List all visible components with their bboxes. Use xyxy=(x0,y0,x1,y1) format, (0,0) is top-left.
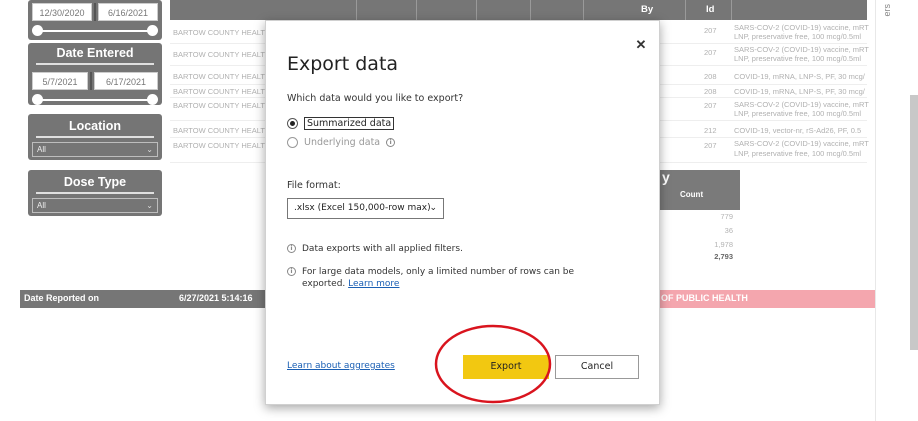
radio-selected-icon[interactable] xyxy=(287,118,298,129)
option-summarized-data[interactable]: Summarized data xyxy=(287,117,395,130)
info-icon[interactable]: i xyxy=(386,138,396,147)
close-icon[interactable]: ✕ xyxy=(634,38,648,52)
info-icon: i xyxy=(287,244,296,253)
radio-unselected-icon[interactable] xyxy=(287,137,298,148)
info-icon: i xyxy=(287,267,296,276)
file-format-value: .xlsx (Excel 150,000-row max) xyxy=(294,203,431,213)
cancel-button[interactable]: Cancel xyxy=(555,355,639,379)
learn-about-aggregates-link[interactable]: Learn about aggregates xyxy=(287,361,395,371)
export-question: Which data would you like to export? xyxy=(287,93,464,104)
filters-note: i Data exports with all applied filters. xyxy=(287,243,463,255)
option-summarized-label[interactable]: Summarized data xyxy=(304,117,395,130)
export-button[interactable]: Export xyxy=(463,355,549,379)
option-underlying-data[interactable]: Underlying data i xyxy=(287,137,396,148)
row-limit-note-text: For large data models, only a limited nu… xyxy=(302,267,575,289)
filters-note-text: Data exports with all applied filters. xyxy=(302,244,463,254)
dialog-title: Export data xyxy=(287,53,399,75)
screenshot-stage: 12/30/2020 6/16/2021 Date Entered 5/7/20… xyxy=(0,0,918,421)
row-limit-note: i For large data models, only a limited … xyxy=(287,266,587,290)
file-format-label: File format: xyxy=(287,180,341,191)
chevron-down-icon: ⌄ xyxy=(429,203,437,213)
learn-more-link[interactable]: Learn more xyxy=(348,279,399,289)
file-format-select[interactable]: .xlsx (Excel 150,000-row max) ⌄ xyxy=(287,198,444,219)
export-data-dialog: ✕ Export data Which data would you like … xyxy=(265,20,660,405)
option-underlying-label[interactable]: Underlying data xyxy=(304,137,380,148)
